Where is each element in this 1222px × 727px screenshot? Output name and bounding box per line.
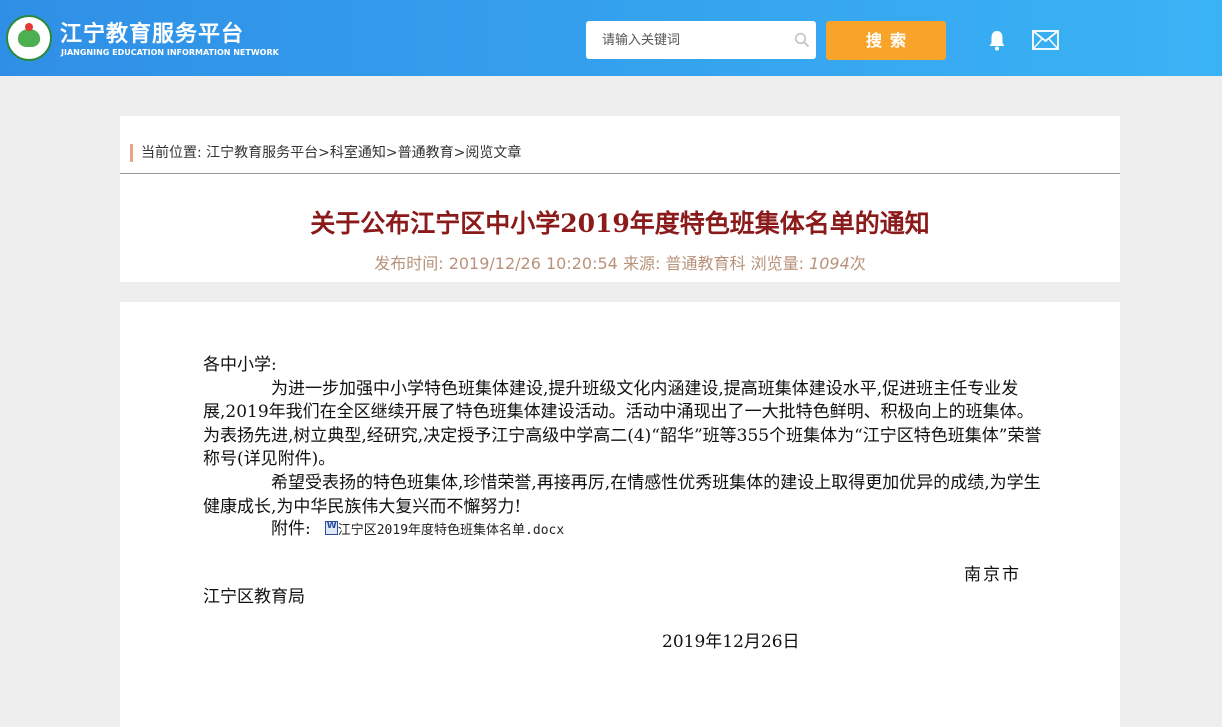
- attachment-link[interactable]: 江宁区2019年度特色班集体名单.docx: [338, 523, 564, 538]
- logo-leaf-shape: [18, 29, 40, 47]
- meta-time: 2019/12/26 10:20:54: [448, 254, 618, 273]
- search-input[interactable]: [586, 21, 786, 59]
- paragraph: 希望受表扬的特色班集体,珍惜荣誉,再接再厉,在情感性优秀班集体的建设上取得更加优…: [203, 472, 1041, 517]
- mail-icon[interactable]: [1032, 30, 1059, 50]
- word-doc-icon[interactable]: [324, 521, 338, 535]
- attachment-line: 附件: 江宁区2019年度特色班集体名单.docx: [271, 514, 564, 539]
- meta-source: 普通教育科: [665, 254, 746, 273]
- meta-time-label: 发布时间:: [374, 254, 444, 273]
- site-title[interactable]: 江宁教育服务平台: [60, 16, 244, 48]
- breadcrumb: 当前位置: 江宁教育服务平台>科室通知>普通教育>阅览文章: [130, 144, 521, 162]
- salutation: 各中小学:: [203, 355, 277, 375]
- paragraph: 为进一步加强中小学特色班集体建设,提升班级文化内涵建设,提高班集体建设水平,促进…: [203, 378, 1042, 470]
- divider: [120, 173, 1120, 174]
- article-header-panel: 当前位置: 江宁教育服务平台>科室通知>普通教育>阅览文章 关于公布江宁区中小学…: [120, 116, 1120, 282]
- meta-source-label: 来源:: [622, 254, 661, 273]
- attachment-label: 附件:: [271, 519, 311, 539]
- article-content-panel: 各中小学: 为进一步加强中小学特色班集体建设,提升班级文化内涵建设,提高班集体建…: [120, 302, 1120, 727]
- breadcrumb-path[interactable]: 江宁教育服务平台>科室通知>普通教育>阅览文章: [206, 145, 521, 161]
- article-meta: 发布时间: 2019/12/26 10:20:54 来源: 普通教育科 浏览量:…: [120, 250, 1120, 274]
- sign-date: 2019年12月26日: [662, 632, 800, 652]
- site-subtitle: JIANGNING EDUCATION INFORMATION NETWORK: [61, 48, 279, 57]
- article-title: 关于公布江宁区中小学2019年度特色班集体名单的通知: [310, 209, 930, 238]
- logo-dot-shape: [25, 23, 33, 31]
- site-logo-icon[interactable]: [6, 15, 52, 61]
- search-button[interactable]: 搜索: [826, 21, 946, 60]
- bell-icon[interactable]: [985, 28, 1009, 52]
- article-body: 各中小学: 为进一步加强中小学特色班集体建设,提升班级文化内涵建设,提高班集体建…: [203, 354, 1043, 519]
- meta-views: 1094: [809, 254, 850, 273]
- search-icon[interactable]: [794, 32, 810, 48]
- search-box: [586, 21, 816, 59]
- sign-org: 江宁区教育局: [203, 587, 305, 607]
- site-header: 江宁教育服务平台 JIANGNING EDUCATION INFORMATION…: [0, 0, 1222, 76]
- meta-views-unit: 次: [849, 254, 866, 273]
- breadcrumb-label: 当前位置:: [141, 145, 202, 161]
- sign-city: 南京市: [964, 565, 1021, 585]
- meta-views-label: 浏览量:: [750, 254, 804, 273]
